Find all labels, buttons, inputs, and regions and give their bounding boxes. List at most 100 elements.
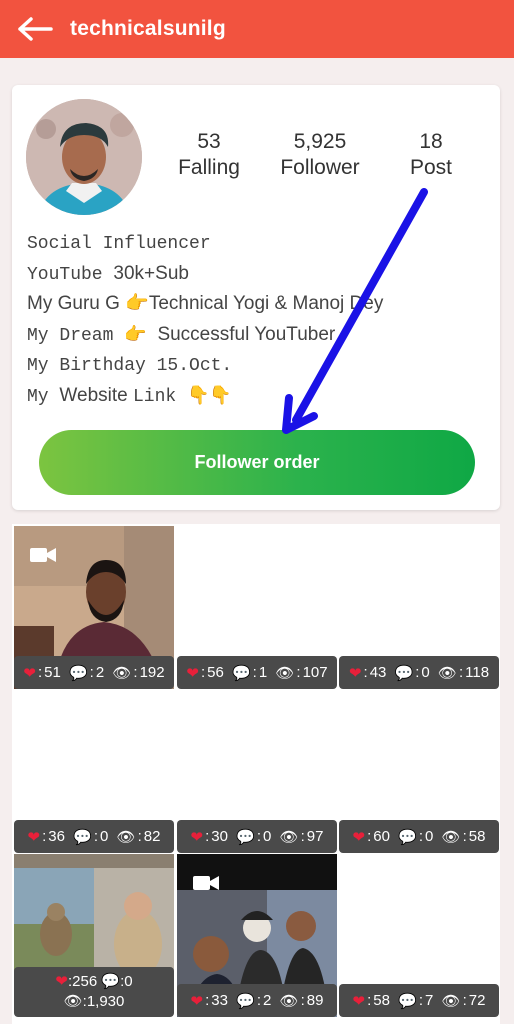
stat-value: 18 [419, 130, 443, 153]
heart-count: 36 [48, 828, 65, 845]
bio-text: Website [59, 384, 133, 406]
profile-bio: Social Influencer YouTube 30k+Sub My Guru … [27, 227, 383, 410]
stat-value: 5,925 [293, 130, 347, 153]
comment-icon: 💬 [394, 664, 414, 682]
post-stats: ❤:51 💬:2 👁:192 [14, 656, 174, 689]
stat-label: Follower [280, 156, 360, 179]
eye-icon: 👁 [116, 828, 136, 846]
post-stats: ❤:30 💬:0 👁:97 [177, 820, 337, 853]
stat-follower[interactable]: 5,925 Follower [260, 129, 380, 181]
bio-text: YouTube [27, 264, 114, 285]
eye-count: 107 [302, 664, 328, 681]
comment-count: 0 [263, 828, 272, 845]
eye-icon: 👁 [275, 664, 295, 682]
comment-count: 0 [421, 664, 430, 681]
bio-line: YouTube 30k+Sub [27, 258, 383, 289]
post-tile[interactable]: ❤:51 💬:2 👁:192 [14, 526, 174, 689]
heart-icon: ❤ [352, 828, 366, 846]
heart-icon: ❤ [190, 992, 204, 1010]
comment-icon: 💬 [236, 992, 255, 1010]
eye-count: 89 [306, 992, 324, 1009]
post-stats: ❤:43 💬:0 👁:118 [339, 656, 499, 689]
stat-label: Falling [178, 156, 240, 179]
comment-count: 2 [263, 992, 272, 1009]
video-camera-icon [30, 548, 56, 562]
comment-icon: 💬 [101, 973, 121, 990]
eye-icon: 👁 [279, 828, 299, 846]
heart-count: 60 [373, 828, 390, 845]
bio-line: Social Influencer [27, 227, 383, 258]
page-title: technicalsunilg [70, 17, 226, 40]
stat-label: Post [409, 156, 453, 179]
comment-icon: 💬 [398, 828, 417, 846]
eye-count: 192 [139, 664, 165, 681]
post-tile[interactable]: ❤:58 💬:7 👁:72 [339, 854, 499, 1017]
heart-icon: ❤ [23, 664, 36, 682]
bio-text: My Birthday 15.Oct. [27, 356, 233, 376]
heart-icon: ❤ [186, 664, 199, 682]
post-stats: ❤:60 💬:0 👁:58 [339, 820, 499, 853]
app-header: technicalsunilg [0, 0, 514, 58]
stat-value: 53 [197, 130, 221, 153]
heart-count: 30 [211, 828, 228, 845]
eye-count: 97 [306, 828, 324, 845]
post-tile[interactable]: ❤:30 💬:0 👁:97 [177, 690, 337, 853]
avatar[interactable] [26, 99, 142, 215]
eye-icon: 👁 [112, 664, 132, 682]
heart-icon: ❤ [348, 664, 362, 682]
heart-count: 56 [207, 664, 224, 681]
post-stats: ❤:58 💬:7 👁:72 [339, 984, 499, 1017]
bio-line: My Guru G 👉Technical Yogi & Manoj Dey [27, 288, 383, 319]
bio-text: Social Influencer [27, 234, 211, 254]
heart-count: 33 [211, 992, 228, 1009]
back-button[interactable] [0, 0, 70, 58]
post-tile[interactable]: ❤:60 💬:0 👁:58 [339, 690, 499, 853]
eye-icon: 👁 [441, 992, 461, 1010]
post-stats: ❤:56 💬:1 👁:107 [177, 656, 337, 689]
post-tile[interactable]: ❤:36 💬:0 👁:82 [14, 690, 174, 853]
eye-count: 58 [468, 828, 486, 845]
bio-line: My Dream 👉 Successful YouTuber [27, 319, 383, 350]
eye-icon: 👁 [63, 993, 83, 1010]
bio-text: My [27, 386, 60, 407]
heart-count: 51 [44, 664, 61, 681]
eye-icon: 👁 [441, 828, 461, 846]
eye-count: 1,930 [86, 993, 125, 1010]
heart-count: 58 [373, 992, 390, 1009]
profile-card: 53 Falling 5,925 Follower 18 Post Social… [12, 85, 500, 510]
comment-icon: 💬 [236, 828, 255, 846]
back-arrow-icon [18, 17, 53, 41]
comment-icon: 💬 [231, 664, 251, 682]
bio-text: My Guru G 👉Technical Yogi & Manoj Dey [27, 293, 384, 314]
heart-icon: ❤ [352, 992, 366, 1010]
video-camera-icon [193, 876, 219, 890]
follower-order-button[interactable]: Follower order [39, 430, 475, 495]
eye-icon: 👁 [279, 992, 299, 1010]
post-tile[interactable]: ❤:43 💬:0 👁:118 [339, 526, 499, 689]
comment-icon: 💬 [398, 992, 417, 1010]
bio-text: 30k+Sub [113, 262, 189, 284]
comment-count: 0 [124, 973, 133, 990]
post-stats: ❤:33 💬:2 👁:89 [177, 984, 337, 1017]
comment-count: 2 [95, 664, 105, 681]
post-tile[interactable]: ❤:256 💬:0 👁:1,930 [14, 854, 174, 1017]
bio-text: Link 👇👇 [132, 386, 232, 407]
heart-icon: ❤ [190, 828, 204, 846]
comment-count: 1 [258, 664, 268, 681]
post-tile[interactable]: ❤:33 💬:2 👁:89 [177, 854, 337, 1017]
comment-icon: 💬 [73, 828, 92, 846]
bio-line: My Birthday 15.Oct. [27, 349, 383, 380]
stat-falling[interactable]: 53 Falling [149, 129, 269, 181]
posts-grid: ❤:51 💬:2 👁:192 ❤:56 💬:1 👁:107 ❤:43 💬:0 👁:1… [12, 524, 500, 1024]
bio-text: My Dream 👉 [27, 325, 158, 346]
heart-icon: ❤ [55, 973, 68, 990]
comment-count: 0 [100, 828, 109, 845]
post-tile[interactable]: ❤:56 💬:1 👁:107 [177, 526, 337, 689]
eye-count: 82 [143, 828, 161, 845]
post-stats: ❤:256 💬:0 👁:1,930 [14, 967, 174, 1017]
stat-post[interactable]: 18 Post [371, 129, 491, 181]
heart-icon: ❤ [27, 828, 41, 846]
comment-count: 0 [425, 828, 434, 845]
post-stats-line: ❤:256 💬:0 [55, 973, 133, 990]
eye-count: 72 [468, 992, 486, 1009]
